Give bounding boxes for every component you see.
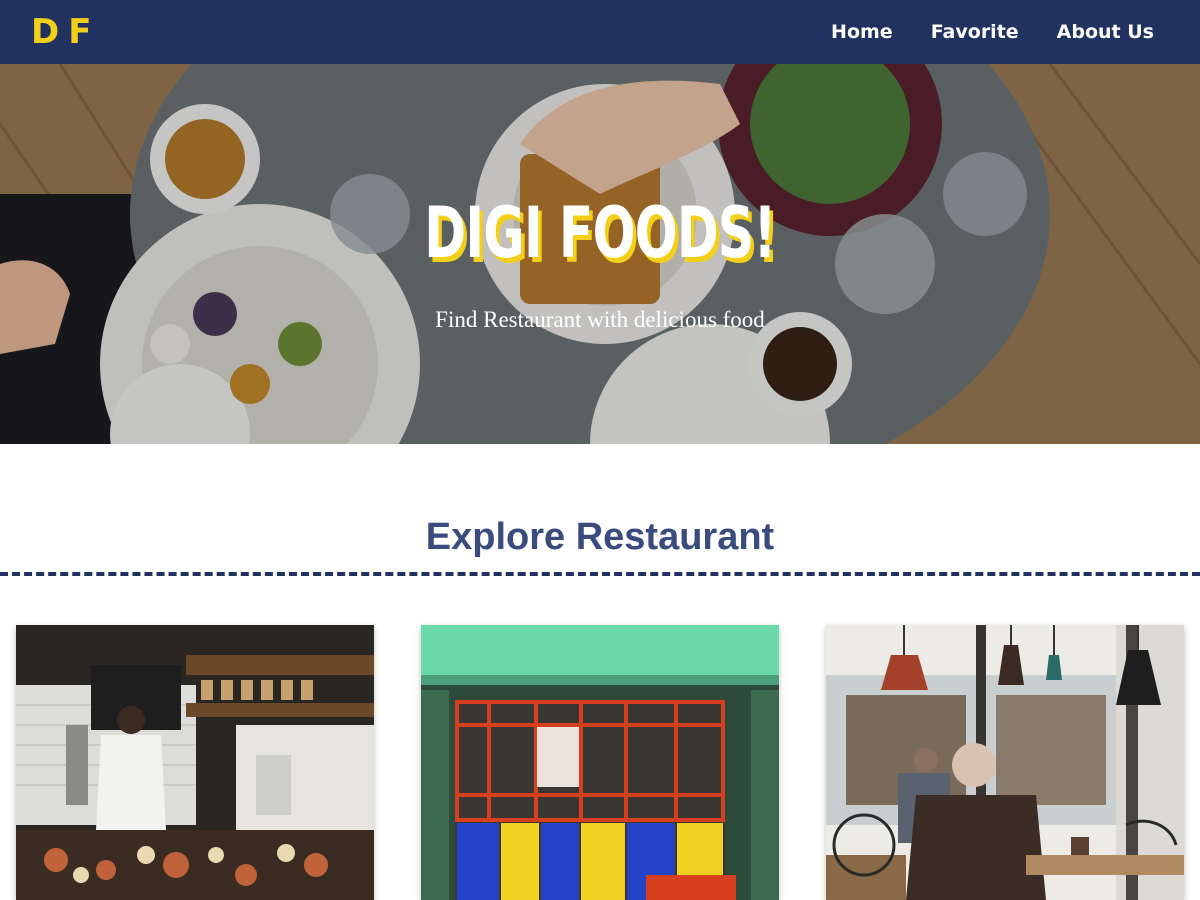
hero-title: DIGI FOODS! (424, 192, 776, 274)
nav-menu: Home Favorite About Us (831, 21, 1154, 43)
restaurant-image-1 (16, 625, 374, 900)
navbar: DF Home Favorite About Us (0, 0, 1200, 64)
restaurant-card-2[interactable] (421, 625, 779, 900)
nav-link-home[interactable]: Home (831, 21, 893, 43)
hero-subtitle: Find Restaurant with delicious food (435, 307, 765, 332)
restaurant-image-2 (421, 625, 779, 900)
dashed-divider (0, 572, 1200, 576)
hero-banner: DIGI FOODS! Find Restaurant with delicio… (0, 64, 1200, 444)
restaurant-image-3 (826, 625, 1184, 900)
restaurant-card-1[interactable] (16, 625, 374, 900)
section-title: Explore Restaurant (425, 516, 775, 558)
restaurant-card-3[interactable] (826, 625, 1184, 900)
nav-link-favorite[interactable]: Favorite (931, 21, 1019, 43)
logo[interactable]: DF (31, 12, 100, 52)
nav-link-about-us[interactable]: About Us (1057, 21, 1154, 43)
